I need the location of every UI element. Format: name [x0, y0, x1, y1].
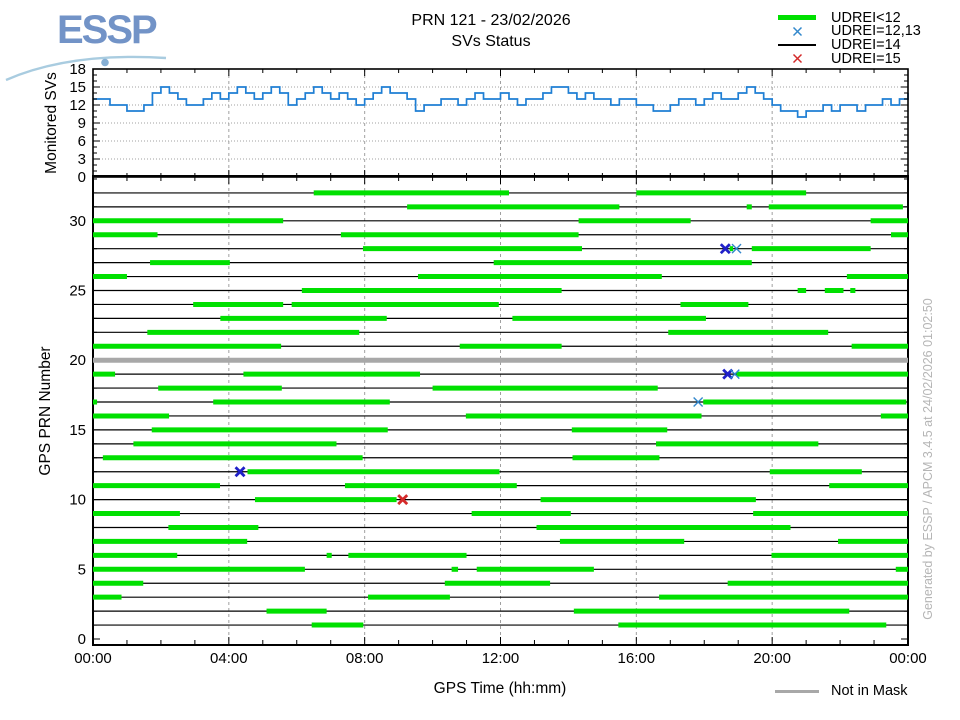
legend-item-udrei-15: UDREI=15	[768, 52, 921, 66]
legend-label-udrei-15: UDREI=15	[831, 51, 901, 67]
svs-status-chart-page: 036912151805101520253000:0004:0008:0012:…	[0, 0, 960, 720]
svg-text:9: 9	[78, 115, 86, 132]
svg-text:6: 6	[78, 133, 86, 150]
svg-text:0: 0	[78, 631, 86, 648]
chart-title: PRN 121 - 23/02/2026 SVs Status	[411, 10, 570, 52]
essp-logo-arc-icon	[0, 50, 180, 88]
svg-text:15: 15	[69, 422, 86, 439]
not-in-mask-legend: Not in Mask	[768, 683, 908, 699]
svg-text:16:00: 16:00	[618, 650, 656, 667]
chart-canvas: 036912151805101520253000:0004:0008:0012:…	[0, 0, 960, 720]
svg-text:12: 12	[69, 97, 86, 114]
svg-text:08:00: 08:00	[346, 650, 384, 667]
blue-x-icon	[768, 26, 826, 37]
green-line-icon	[768, 15, 826, 20]
svg-text:25: 25	[69, 283, 86, 300]
monitored-svs-axis-label: Monitored SVs	[43, 72, 61, 174]
svg-text:30: 30	[69, 213, 86, 230]
generation-watermark: Generated by ESSP / APCM 3.4.5 at 24/02/…	[921, 264, 935, 654]
gray-line-icon	[768, 690, 826, 693]
svg-text:10: 10	[69, 492, 86, 509]
essp-logo: ESSP	[0, 0, 200, 90]
svg-text:3: 3	[78, 151, 86, 168]
udrei-legend: UDREI<12 UDREI=12,13 UDREI=14 UDREI=15	[768, 11, 921, 65]
chart-title-line1: PRN 121 - 23/02/2026	[411, 10, 570, 31]
svg-text:0: 0	[78, 169, 86, 186]
svg-text:5: 5	[78, 561, 86, 578]
svg-text:20: 20	[69, 352, 86, 369]
svg-text:20:00: 20:00	[753, 650, 791, 667]
svg-text:00:00: 00:00	[74, 650, 112, 667]
svg-text:12:00: 12:00	[482, 650, 520, 667]
essp-logo-text: ESSP	[57, 8, 156, 53]
svg-text:04:00: 04:00	[210, 650, 248, 667]
black-line-icon	[768, 44, 826, 46]
gps-time-axis-label: GPS Time (hh:mm)	[434, 680, 567, 698]
gps-prn-axis-label: GPS PRN Number	[37, 346, 55, 475]
not-in-mask-label: Not in Mask	[831, 683, 908, 699]
chart-title-line2: SVs Status	[411, 31, 570, 52]
red-x-icon	[768, 53, 826, 64]
